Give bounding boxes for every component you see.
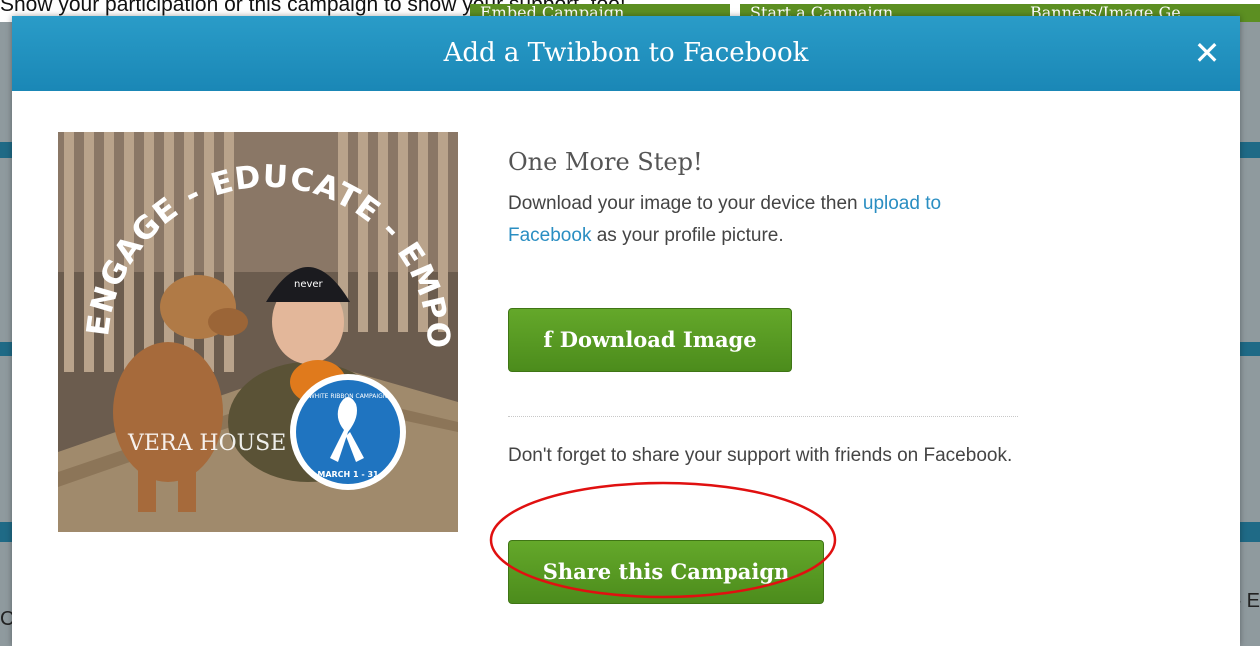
step-description: Download your image to your device then … (508, 188, 1028, 252)
download-image-button[interactable]: f Download Image (508, 308, 792, 372)
download-image-label: Download Image (559, 327, 757, 352)
campaign-image: never ENGAGE - EDUCATE - EMPOWER VERA HO… (58, 132, 458, 532)
desc-text-end: as your profile picture. (591, 225, 784, 246)
badge-bottom-text: MARCH 1 - 31 (317, 470, 379, 479)
modal-content: One More Step! Download your image to yo… (508, 134, 1028, 604)
hat-text: never (294, 279, 324, 290)
facebook-icon: f (543, 327, 553, 352)
step-heading: One More Step! (508, 148, 703, 176)
ribbon-badge: WHITE RIBBON CAMPAIGN MARCH 1 - 31 (290, 374, 406, 490)
twibbon-modal: Add a Twibbon to Facebook ✕ never ENGAGE… (12, 16, 1240, 646)
divider (508, 416, 1018, 417)
brand-logo: VERA HOUSE (127, 431, 286, 456)
share-campaign-button[interactable]: Share this Campaign (508, 540, 824, 604)
modal-title: Add a Twibbon to Facebook (443, 38, 809, 68)
desc-text-start: Download your image to your device then (508, 193, 863, 214)
share-note: Don't forget to share your support with … (508, 445, 1013, 466)
close-icon[interactable]: ✕ (1188, 34, 1226, 72)
modal-header: Add a Twibbon to Facebook ✕ (12, 16, 1240, 91)
badge-top-text: WHITE RIBBON CAMPAIGN (309, 393, 387, 400)
campaign-photo-svg: never ENGAGE - EDUCATE - EMPOWER VERA HO… (58, 132, 458, 532)
